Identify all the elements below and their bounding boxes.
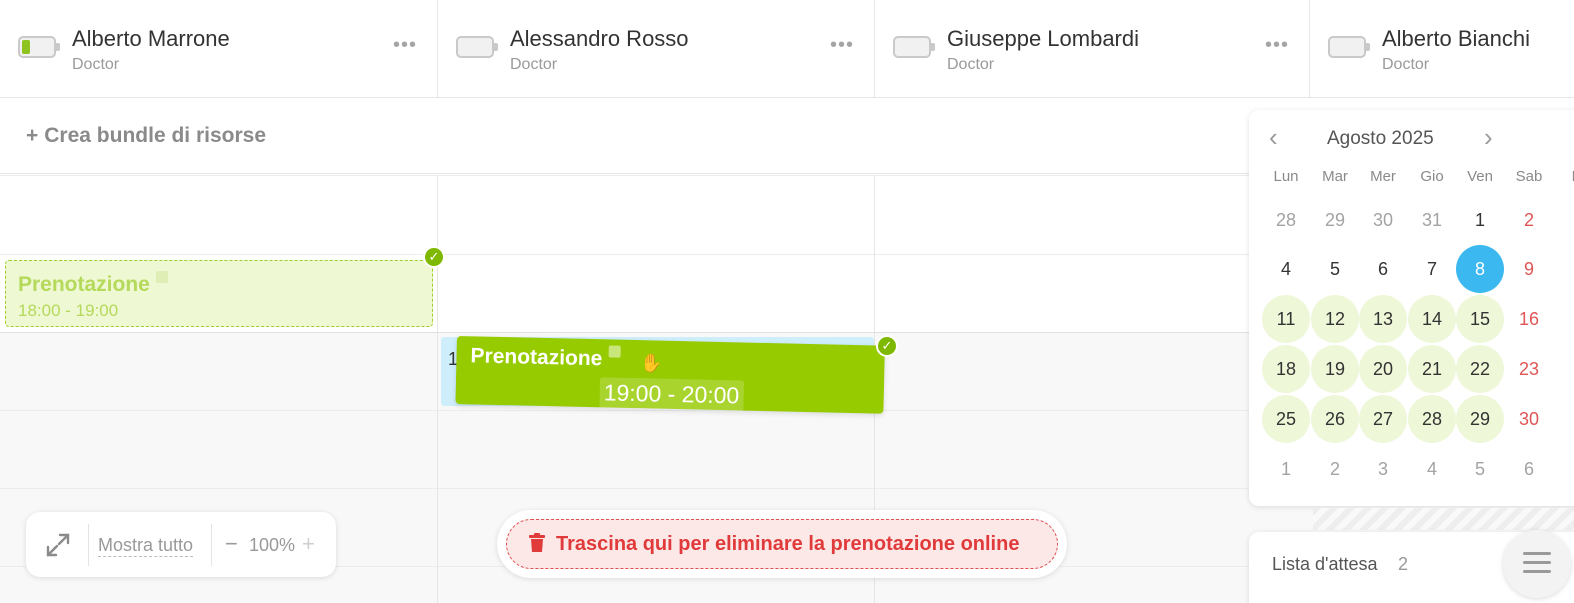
resource-name: Alberto Marrone [72,26,230,51]
confirmed-check-icon: ✓ [876,335,898,357]
resource-column-header[interactable]: Giuseppe Lombardi Doctor ••• [875,0,1310,98]
calendar-day[interactable]: 11 [1262,295,1310,343]
resource-name: Giuseppe Lombardi [947,26,1140,51]
weekday-label: Mer [1370,168,1396,185]
resource-role: Doctor [72,56,120,73]
list-icon [1523,552,1551,579]
calendar-day[interactable]: 4 [1262,245,1310,293]
calendar-day[interactable]: 7 [1408,245,1456,293]
calendar-day[interactable]: 30 [1505,395,1553,443]
resource-name: Alessandro Rosso [510,26,689,51]
calendar-day[interactable]: 18 [1262,345,1310,393]
more-options-icon[interactable]: ••• [393,34,417,57]
plus-icon: + [26,124,39,147]
appointment-title: Prenotazione [18,273,150,296]
calendar-day[interactable]: 22 [1456,345,1504,393]
scheduler-app: Alberto Marrone Doctor ••• Alessandro Ro… [0,0,1574,603]
create-bundle-button[interactable]: + Crea bundle di risorse [26,124,266,148]
calendar-day[interactable]: 27 [1359,395,1407,443]
calendar-day[interactable]: 5 [1311,245,1359,293]
calendar-day[interactable]: 28 [1408,395,1456,443]
confirmed-check-icon: ✓ [423,246,445,268]
resource-role: Doctor [510,56,558,73]
grab-cursor-icon: ✋ [640,353,663,373]
list-menu-button[interactable] [1503,530,1571,598]
battery-icon [1328,36,1370,58]
calendar-day[interactable]: 6 [1359,245,1407,293]
resource-column-header[interactable]: Alessandro Rosso Doctor ••• [438,0,875,98]
calendar-day[interactable]: 14 [1408,295,1456,343]
waitlist-count: 2 [1398,554,1409,574]
weekday-label: Ven [1467,168,1493,185]
weekday-label: Lun [1273,168,1299,185]
calendar-day[interactable]: 31 [1408,196,1456,244]
calendar-day[interactable]: 16 [1505,295,1553,343]
delete-dropzone[interactable]: Trascina qui per eliminare la prenotazio… [506,519,1058,569]
weekday-label: Mar [1322,168,1348,185]
resource-column-header[interactable]: Alberto Bianchi Doctor [1310,0,1574,98]
appointment-title: Prenotazione [470,344,603,371]
calendar-day[interactable]: 26 [1311,395,1359,443]
calendar-day[interactable]: 21 [1408,345,1456,393]
calendar-day[interactable]: 15 [1456,295,1504,343]
calendar-day[interactable]: 29 [1311,196,1359,244]
zoom-level: 100% [249,535,296,555]
calendar-day[interactable]: 6 [1505,445,1553,493]
battery-icon [893,36,935,58]
calendar-day[interactable]: 9 [1505,245,1553,293]
unavailable-area [1313,508,1574,530]
calendar-day[interactable]: 4 [1408,445,1456,493]
note-icon [155,271,168,283]
resource-name: Alberto Bianchi [1382,26,1530,51]
calendar-day[interactable]: 5 [1456,445,1504,493]
weekday-label: Gio [1420,168,1444,185]
calendar-day[interactable]: 8 [1456,245,1504,293]
calendar-day[interactable]: 1 [1456,196,1504,244]
battery-icon [18,36,60,58]
calendar-day[interactable]: 28 [1262,196,1310,244]
trash-icon [529,533,545,552]
appointment-time: 19:00 - 20:00 [599,377,744,412]
appointment-time: 18:00 - 19:00 [18,301,119,320]
create-bundle-label: Crea bundle di risorse [44,124,266,147]
calendar-day[interactable]: 30 [1359,196,1407,244]
battery-icon [456,36,498,58]
mini-calendar: ‹ Agosto 2025 › LunMarMerGioVenSabD28293… [1249,110,1574,506]
calendar-month-title: Agosto 2025 [1327,128,1434,149]
delete-dropzone-container: Trascina qui per eliminare la prenotazio… [497,510,1067,578]
calendar-day[interactable]: 3 [1359,445,1407,493]
waitlist-label: Lista d'attesa [1272,554,1378,574]
note-icon [608,345,621,358]
delete-dropzone-label: Trascina qui per eliminare la prenotazio… [556,533,1020,555]
zoom-out-button[interactable]: − [225,531,238,557]
calendar-day[interactable]: 13 [1359,295,1407,343]
resource-role: Doctor [947,56,995,73]
chevron-right-icon[interactable]: › [1484,122,1493,153]
calendar-day[interactable]: 1 [1262,445,1310,493]
calendar-day[interactable]: 2 [1505,196,1553,244]
calendar-day[interactable]: 29 [1456,395,1504,443]
show-all-link[interactable]: Mostra tutto [98,535,194,557]
calendar-day[interactable]: 19 [1311,345,1359,393]
more-options-icon[interactable]: ••• [830,34,854,57]
chevron-left-icon[interactable]: ‹ [1269,122,1278,153]
weekday-label: D [1553,168,1574,185]
expand-icon[interactable] [44,531,72,559]
resource-role: Doctor [1382,56,1430,73]
calendar-day[interactable]: 23 [1505,345,1553,393]
zoom-in-button[interactable]: + [302,531,315,557]
resource-column-header[interactable]: Alberto Marrone Doctor ••• [0,0,438,98]
calendar-day[interactable]: 12 [1311,295,1359,343]
calendar-day[interactable]: 20 [1359,345,1407,393]
calendar-day[interactable]: 2 [1311,445,1359,493]
calendar-day[interactable]: 25 [1262,395,1310,443]
dragging-appointment-card[interactable]: Prenotazione 19:00 - 20:00 [455,336,885,414]
resource-header: Alberto Marrone Doctor ••• Alessandro Ro… [0,0,1574,98]
zoom-toolbar: Mostra tutto − 100% + [26,512,336,577]
weekday-label: Sab [1515,168,1543,185]
appointment-card[interactable]: Prenotazione 18:00 - 19:00 [5,260,433,327]
more-options-icon[interactable]: ••• [1265,34,1289,57]
